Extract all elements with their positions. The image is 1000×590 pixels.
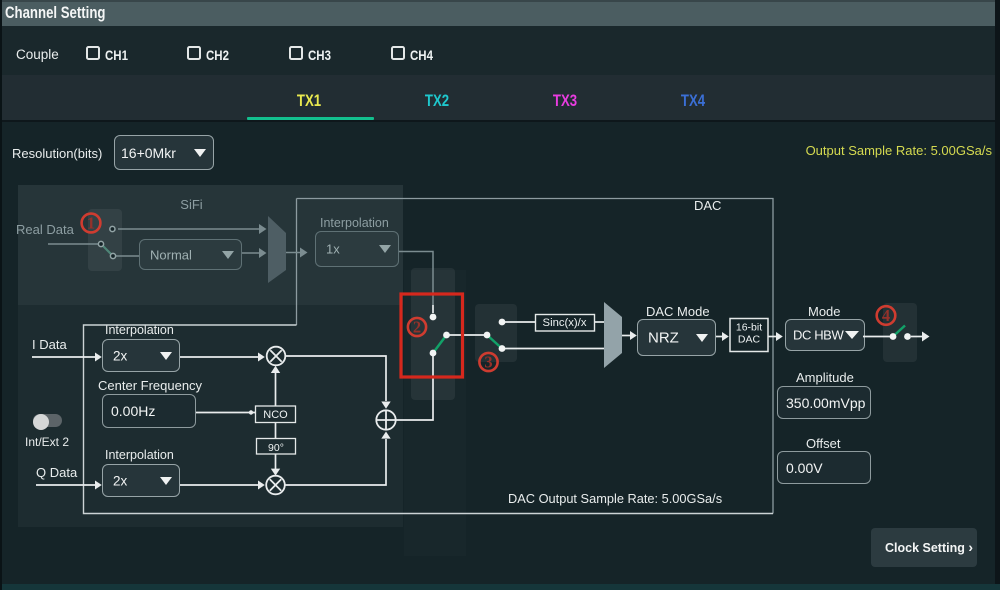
svg-text:2: 2 [413, 318, 421, 337]
svg-text:90°: 90° [268, 442, 284, 454]
svg-text:16-bit: 16-bit [736, 322, 762, 334]
svg-text:4: 4 [882, 306, 890, 325]
svg-text:Sinc(x)/x: Sinc(x)/x [543, 317, 587, 329]
svg-text:DAC: DAC [738, 334, 761, 346]
svg-text:1: 1 [87, 214, 95, 233]
svg-text:NCO: NCO [263, 409, 288, 421]
svg-text:3: 3 [484, 353, 492, 372]
